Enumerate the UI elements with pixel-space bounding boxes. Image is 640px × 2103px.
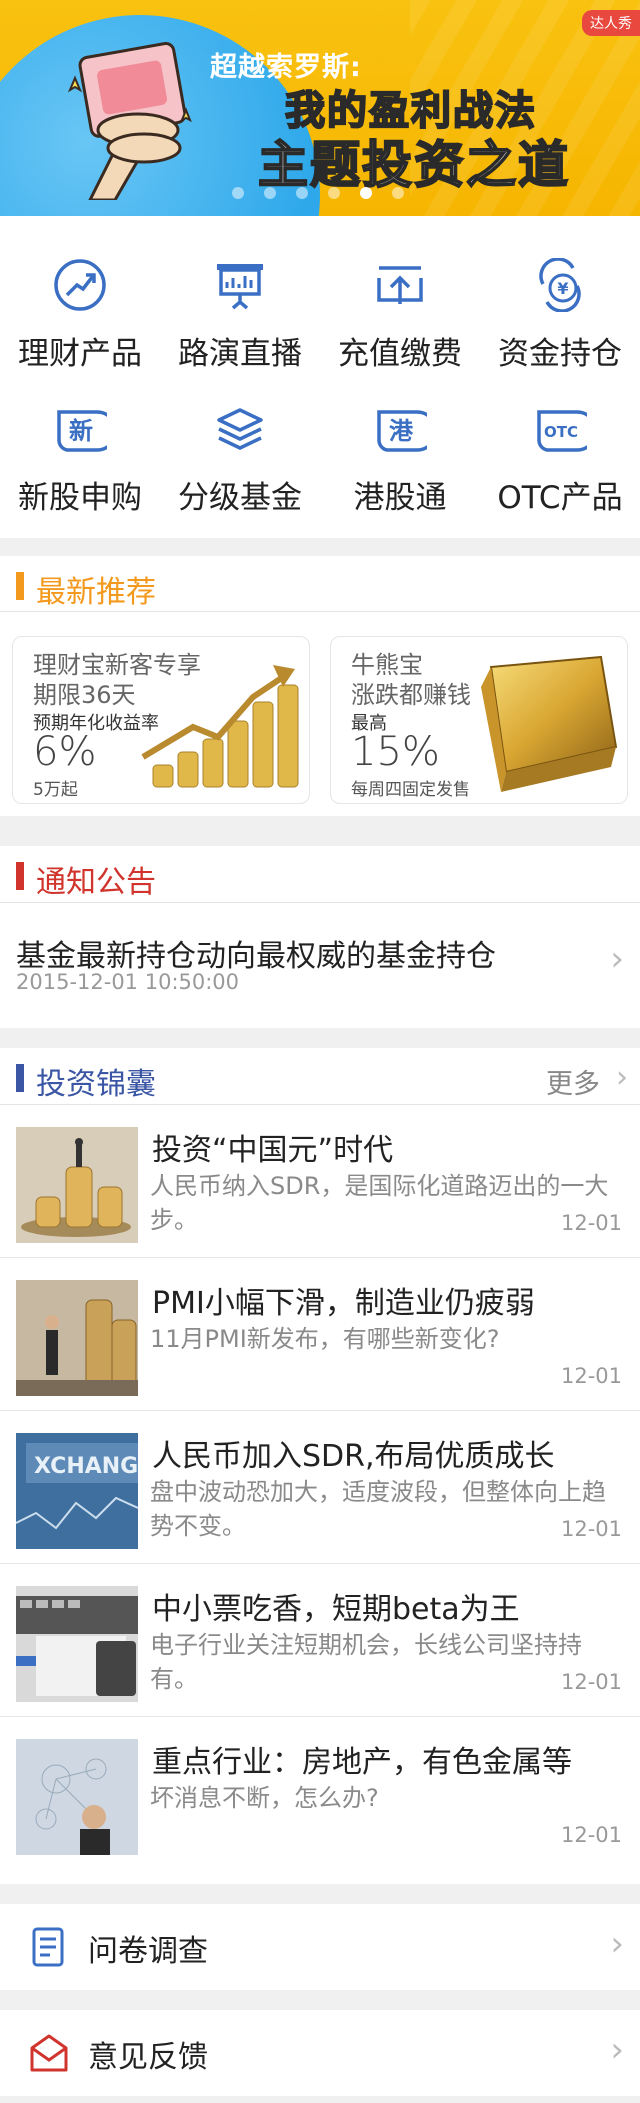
grid-item-2[interactable]: 路演直播 bbox=[160, 228, 320, 372]
yen-exchange-icon: ¥ bbox=[533, 257, 587, 313]
feedback-label: 意见反馈 bbox=[88, 2040, 208, 2075]
grid-item-label: 路演直播 bbox=[178, 336, 302, 372]
card-line2: 期限36天 bbox=[33, 681, 136, 709]
grid-item-label: 资金持仓 bbox=[498, 336, 622, 372]
grid-item-1[interactable]: 理财产品 bbox=[0, 228, 160, 372]
cartoon-hand-with-cash-icon bbox=[67, 42, 192, 200]
expert-show-badge[interactable]: 达人秀 bbox=[582, 10, 640, 36]
investment-tips-section: 投资锦囊 更多 › 投资“中国元”时代人民币纳入SDR，是国际化道路迈出的一大步… bbox=[0, 1048, 640, 1884]
section-accent-bar bbox=[16, 572, 24, 600]
section-accent-bar bbox=[16, 1064, 24, 1092]
article-date: 12-01 bbox=[560, 1211, 622, 1235]
recommend-card-2[interactable]: 牛熊宝 涨跌都赚钱 最高 15% 每周四固定发售 bbox=[330, 636, 628, 804]
more-link[interactable]: 更多 bbox=[546, 1062, 600, 1101]
article-title: 重点行业：房地产，有色金属等 bbox=[152, 1745, 572, 1780]
svg-text:XCHANGE: XCHANGE bbox=[34, 1454, 138, 1479]
survey-label: 问卷调查 bbox=[88, 1934, 208, 1969]
feedback-envelope-icon bbox=[30, 2034, 68, 2072]
article-row[interactable]: 中小票吃香，短期beta为王电子行业关注短期机会，长线公司坚持持有。 12-01 bbox=[0, 1564, 640, 1717]
feedback-link[interactable]: 意见反馈 › bbox=[0, 2010, 640, 2096]
grid-item-3[interactable]: 充值缴费 bbox=[320, 228, 480, 372]
carousel-dot[interactable] bbox=[296, 187, 308, 199]
recommend-header: 最新推荐 bbox=[0, 556, 640, 612]
tips-title: 投资锦囊 bbox=[36, 1067, 156, 1102]
grid-item-8[interactable]: OTC OTC产品 bbox=[480, 372, 640, 516]
carousel-dots[interactable] bbox=[232, 187, 404, 199]
svg-text:¥: ¥ bbox=[557, 279, 568, 298]
otc-icon: OTC bbox=[533, 402, 598, 456]
survey-document-icon bbox=[32, 1927, 64, 1967]
article-thumbnail bbox=[16, 1586, 138, 1702]
chevron-right-icon: › bbox=[610, 2030, 624, 2070]
article-row[interactable]: XCHANGE 人民币加入SDR,布局优质成长盘中波动恐加大，适度波段，但整体向上… bbox=[0, 1411, 640, 1564]
notice-item-time: 2015-12-01 10:50:00 bbox=[16, 970, 240, 994]
recommend-cards: 理财宝新客专享 期限36天 预期年化收益率 6% 5万起 牛熊宝 涨跌都赚钱 最… bbox=[0, 612, 640, 816]
new-stock-icon: 新 bbox=[53, 402, 118, 456]
svg-text:新: 新 bbox=[69, 417, 93, 445]
upload-tray-icon bbox=[373, 258, 427, 312]
article-description: 11月PMI新发布，有哪些新变化? bbox=[150, 1325, 500, 1353]
article-title: 中小票吃香，短期beta为王 bbox=[152, 1592, 520, 1627]
section-accent-bar bbox=[16, 862, 24, 890]
grid-item-label: OTC产品 bbox=[497, 480, 623, 516]
gold-coins-growth-icon bbox=[141, 665, 299, 788]
carousel-dot[interactable] bbox=[392, 187, 404, 199]
article-thumbnail bbox=[16, 1127, 138, 1243]
card-rate: 6% bbox=[33, 729, 97, 775]
layers-icon bbox=[213, 402, 267, 456]
gold-bar-icon bbox=[481, 655, 618, 792]
card-rate: 15% bbox=[351, 729, 440, 775]
grid-item-label: 港股通 bbox=[353, 480, 447, 516]
carousel-dot[interactable] bbox=[264, 187, 276, 199]
article-thumbnail bbox=[16, 1280, 138, 1396]
article-title: 投资“中国元”时代 bbox=[152, 1133, 394, 1168]
article-row[interactable]: PMI小幅下滑，制造业仍疲弱 11月PMI新发布，有哪些新变化? 12-01 bbox=[0, 1258, 640, 1411]
article-title: PMI小幅下滑，制造业仍疲弱 bbox=[152, 1286, 535, 1321]
feature-grid: 理财产品 路演直播 充值缴费 ¥ 资金持仓新新股申购 分级基金港港股通 OTC OTC产品 bbox=[0, 216, 640, 538]
article-description: 坏消息不断，怎么办? bbox=[150, 1784, 379, 1812]
recommend-card-1[interactable]: 理财宝新客专享 期限36天 预期年化收益率 6% 5万起 bbox=[12, 636, 310, 804]
chevron-right-icon: › bbox=[610, 939, 624, 979]
carousel-dot[interactable] bbox=[232, 187, 244, 199]
notice-header: 通知公告 bbox=[0, 846, 640, 902]
notice-item-title: 基金最新持仓动向最权威的基金持仓 bbox=[16, 939, 496, 974]
grid-item-6[interactable]: 分级基金 bbox=[160, 372, 320, 516]
svg-text:OTC: OTC bbox=[544, 423, 578, 441]
grid-item-7[interactable]: 港港股通 bbox=[320, 372, 480, 516]
tips-header: 投资锦囊 更多 › bbox=[0, 1048, 640, 1104]
grid-item-5[interactable]: 新新股申购 bbox=[0, 372, 160, 516]
article-description: 人民币纳入SDR，是国际化道路迈出的一大步。 bbox=[150, 1172, 609, 1234]
recommend-title: 最新推荐 bbox=[36, 575, 156, 610]
article-description: 盘中波动恐加大，适度波段，但整体向上趋势不变。 bbox=[150, 1478, 606, 1540]
article-description: 电子行业关注短期机会，长线公司坚持持有。 bbox=[150, 1631, 582, 1693]
article-date: 12-01 bbox=[560, 1364, 622, 1388]
carousel-dot[interactable] bbox=[328, 187, 340, 199]
svg-text:港: 港 bbox=[389, 417, 414, 445]
survey-link[interactable]: 问卷调查 › bbox=[0, 1904, 640, 1990]
notice-title: 通知公告 bbox=[36, 865, 156, 900]
notice-section: 通知公告 基金最新持仓动向最权威的基金持仓 2015-12-01 10:50:0… bbox=[0, 846, 640, 1028]
grid-item-label: 新股申购 bbox=[18, 480, 142, 516]
chevron-right-icon[interactable]: › bbox=[616, 1060, 628, 1095]
presentation-board-icon bbox=[213, 258, 267, 312]
chevron-right-icon: › bbox=[610, 1924, 624, 1964]
trend-chart-icon bbox=[53, 258, 107, 312]
article-thumbnail bbox=[16, 1739, 138, 1855]
promo-banner[interactable]: 达人秀 超越索罗斯: 我的盈利战法 主题投资之道 bbox=[0, 0, 640, 216]
notice-item[interactable]: 基金最新持仓动向最权威的基金持仓 2015-12-01 10:50:00 › bbox=[0, 903, 640, 1028]
article-thumbnail: XCHANGE bbox=[16, 1433, 138, 1549]
grid-item-label: 分级基金 bbox=[178, 480, 302, 516]
article-date: 12-01 bbox=[560, 1823, 622, 1847]
article-date: 12-01 bbox=[560, 1670, 622, 1694]
carousel-dot[interactable] bbox=[360, 187, 372, 199]
card-note: 5万起 bbox=[33, 780, 78, 800]
article-title: 人民币加入SDR,布局优质成长 bbox=[152, 1439, 555, 1474]
article-row[interactable]: 投资“中国元”时代人民币纳入SDR，是国际化道路迈出的一大步。 12-01 bbox=[0, 1105, 640, 1258]
grid-item-label: 理财产品 bbox=[18, 336, 142, 372]
grid-item-4[interactable]: ¥ 资金持仓 bbox=[480, 228, 640, 372]
article-date: 12-01 bbox=[560, 1517, 622, 1541]
article-row[interactable]: 重点行业：房地产，有色金属等坏消息不断，怎么办? 12-01 bbox=[0, 1717, 640, 1870]
hk-stock-icon: 港 bbox=[373, 402, 438, 456]
grid-item-label: 充值缴费 bbox=[338, 336, 462, 372]
